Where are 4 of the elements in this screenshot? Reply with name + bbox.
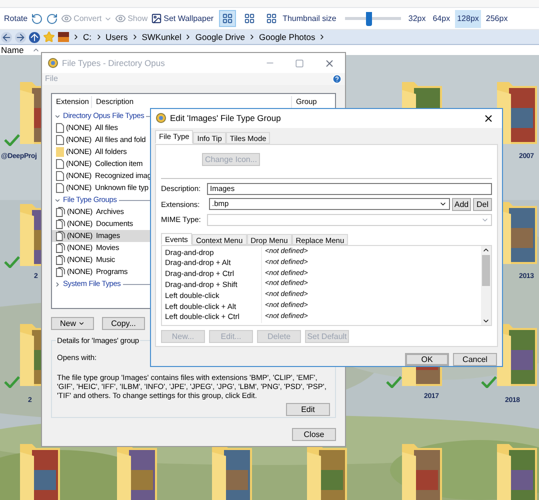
toolbar-label: Rotate: [4, 12, 28, 24]
toolbar-label: Thumbnail size: [282, 12, 336, 24]
window-title: File Types - Directory Opus: [62, 56, 166, 70]
dialog-title: Edit 'Images' File Type Group: [170, 112, 282, 125]
